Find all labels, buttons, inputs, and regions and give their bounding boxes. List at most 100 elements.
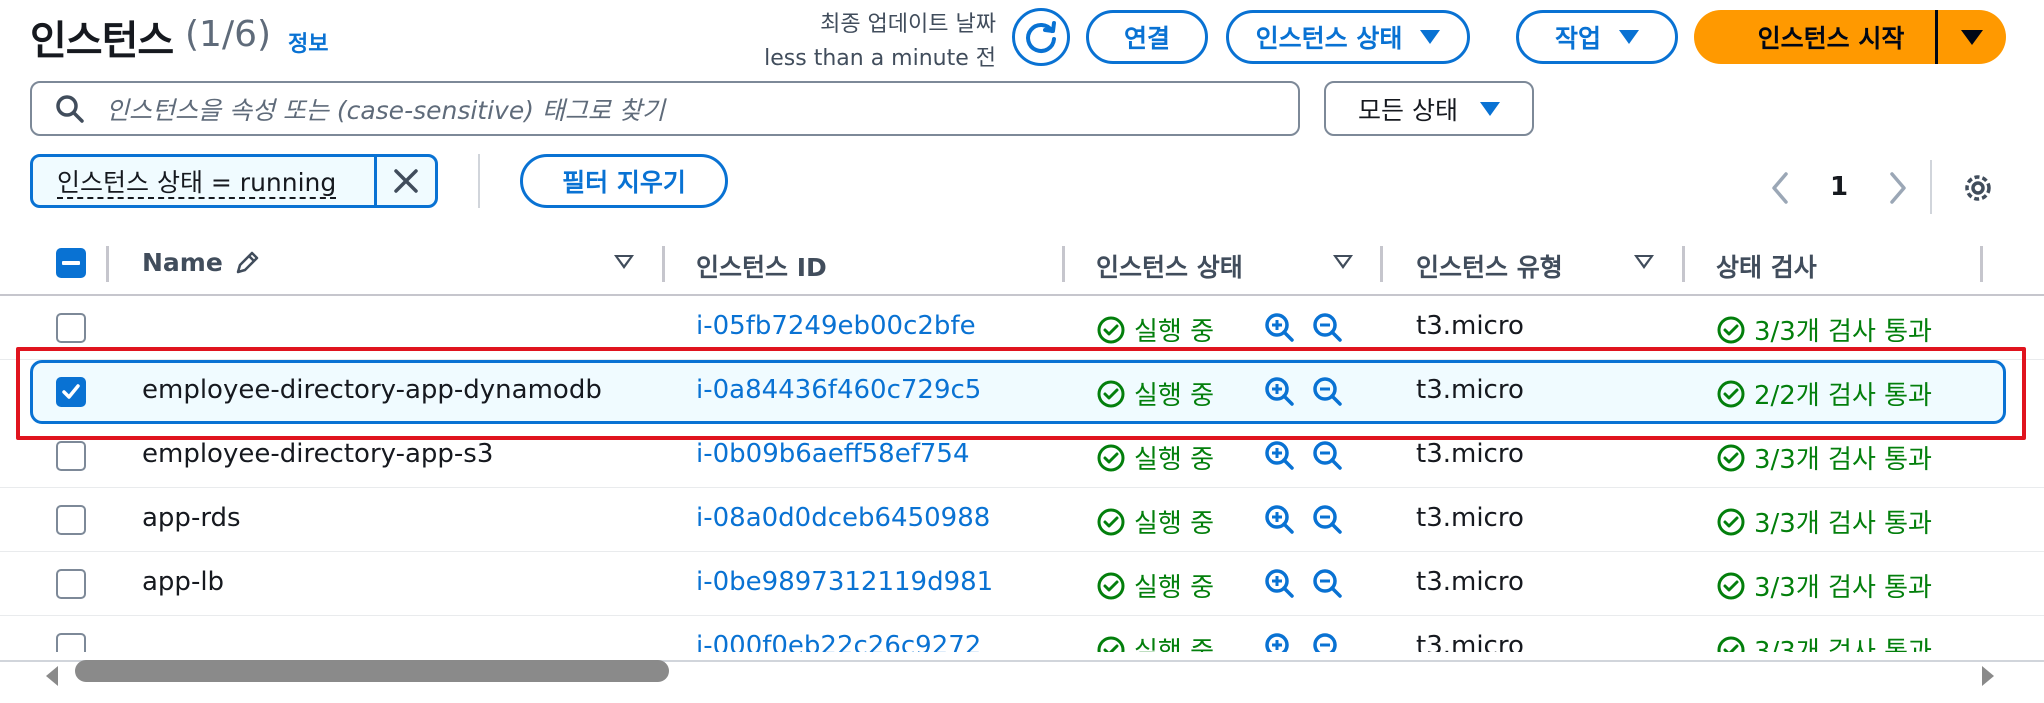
table-header: Name 인스턴스 ID 인스턴스 상태 인스턴스 유형 상태 검사 [0, 228, 2044, 296]
remove-filter-button[interactable] [373, 157, 435, 205]
state-filter-value: 모든 상태 [1358, 95, 1458, 125]
instance-id-link[interactable]: i-0b09b6aeff58ef754 [696, 439, 969, 469]
row-checkbox[interactable] [56, 313, 86, 343]
chevron-left-icon[interactable] [1768, 170, 1792, 206]
table-row[interactable]: app-lb i-0be9897312119d981 실행 중 t3.micro… [0, 552, 2044, 616]
zoom-in-icon[interactable] [1264, 504, 1296, 536]
check-circle-icon [1717, 636, 1745, 652]
column-header-instance-type[interactable]: 인스턴스 유형 [1416, 248, 1563, 284]
zoom-out-icon[interactable] [1312, 312, 1344, 344]
instance-id-link[interactable]: i-05fb7249eb00c2bfe [696, 311, 976, 341]
row-checkbox[interactable] [56, 505, 86, 535]
cell-name: employee-directory-app-dynamodb [142, 375, 602, 405]
row-checkbox[interactable] [56, 569, 86, 599]
sort-icon[interactable] [614, 255, 634, 269]
launch-instance-menu-button[interactable] [1935, 10, 2006, 64]
info-link[interactable]: 정보 [288, 26, 328, 58]
table-row[interactable]: employee-directory-app-s3 i-0b09b6aeff58… [0, 424, 2044, 488]
status-check: 3/3개 검사 통과 [1716, 567, 1932, 604]
scroll-right-arrow-icon[interactable] [1978, 664, 1998, 688]
select-all-checkbox[interactable] [56, 248, 86, 278]
instance-type: t3.micro [1416, 567, 1524, 597]
zoom-out-icon[interactable] [1312, 504, 1344, 536]
cell-name: app-rds [142, 503, 241, 533]
table-row[interactable]: i-000f0eb22c26c9272 실행 중 t3.micro 3/3개 검… [0, 616, 2044, 652]
refresh-button[interactable] [1012, 8, 1070, 66]
row-checkbox[interactable] [56, 441, 86, 471]
column-separator [1062, 246, 1065, 282]
clear-filters-button[interactable]: 필터 지우기 [520, 154, 728, 208]
zoom-out-icon[interactable] [1312, 440, 1344, 472]
zoom-out-icon[interactable] [1312, 376, 1344, 408]
close-icon [394, 169, 418, 193]
check-circle-icon [1717, 380, 1745, 407]
zoom-out-icon[interactable] [1312, 568, 1344, 600]
caret-down-icon [1420, 30, 1441, 44]
sort-icon[interactable] [1333, 255, 1353, 269]
check-circle-icon [1717, 316, 1745, 343]
column-header-name[interactable]: Name [142, 248, 261, 277]
gear-icon[interactable] [1960, 170, 1996, 206]
search-placeholder: 인스턴스을 속성 또는 (case-sensitive) 태그로 찾기 [106, 95, 665, 125]
instance-state: 실행 중 [1096, 567, 1214, 604]
check-circle-icon [1717, 572, 1745, 599]
selection-count: (1/6) [185, 14, 272, 55]
scrollbar-thumb[interactable] [75, 660, 669, 682]
instance-id-link[interactable]: i-0a84436f460c729c5 [696, 375, 981, 405]
row-checkbox[interactable] [56, 633, 86, 652]
actions-label: 작업 [1554, 24, 1601, 53]
column-header-instance-state[interactable]: 인스턴스 상태 [1096, 248, 1243, 284]
table-row[interactable]: i-05fb7249eb00c2bfe 실행 중 t3.micro 3/3개 검… [0, 296, 2044, 360]
page-number[interactable]: 1 [1830, 172, 1848, 202]
check-circle-icon [1097, 444, 1125, 471]
caret-down-icon [1619, 30, 1639, 44]
status-check: 3/3개 검사 통과 [1716, 631, 1932, 652]
state-filter-select[interactable]: 모든 상태 [1324, 81, 1534, 136]
column-separator [106, 246, 109, 282]
column-header-instance-id[interactable]: 인스턴스 ID [696, 248, 827, 284]
search-input[interactable]: 인스턴스을 속성 또는 (case-sensitive) 태그로 찾기 [30, 81, 1300, 136]
sort-icon[interactable] [1634, 255, 1654, 269]
divider [478, 154, 480, 208]
zoom-in-icon[interactable] [1264, 312, 1296, 344]
instance-id-link[interactable]: i-0be9897312119d981 [696, 567, 993, 597]
instance-type: t3.micro [1416, 375, 1524, 405]
zoom-in-icon[interactable] [1264, 376, 1296, 408]
checkmark-icon [62, 384, 80, 399]
check-circle-icon [1097, 572, 1125, 599]
last-updated-label: 최종 업데이트 날짜 [820, 12, 996, 37]
connect-button[interactable]: 연결 [1086, 10, 1208, 64]
caret-down-icon [1961, 29, 1983, 45]
zoom-in-icon[interactable] [1264, 440, 1296, 472]
scroll-left-arrow-icon[interactable] [42, 664, 62, 688]
column-header-status-check[interactable]: 상태 검사 [1716, 248, 1817, 284]
launch-instance-label: 인스턴스 시작 [1757, 24, 1905, 53]
check-circle-icon [1097, 636, 1125, 652]
zoom-out-icon[interactable] [1312, 632, 1344, 652]
table-body: i-05fb7249eb00c2bfe 실행 중 t3.micro 3/3개 검… [0, 296, 2044, 652]
column-separator [1380, 246, 1383, 282]
table-row-selected[interactable]: employee-directory-app-dynamodb i-0a8443… [30, 360, 2006, 424]
instance-type: t3.micro [1416, 631, 1524, 652]
last-updated-value: less than a minute 전 [764, 46, 996, 71]
chevron-right-icon[interactable] [1886, 170, 1910, 206]
instance-state-dropdown[interactable]: 인스턴스 상태 [1226, 10, 1470, 64]
filter-token-label[interactable]: 인스턴스 상태 = running [33, 163, 374, 199]
table-row[interactable]: app-rds i-08a0d0dceb6450988 실행 중 t3.micr… [0, 488, 2044, 552]
launch-instance-button[interactable]: 인스턴스 시작 [1694, 10, 1968, 64]
instance-id-link[interactable]: i-08a0d0dceb6450988 [696, 503, 990, 533]
zoom-in-icon[interactable] [1264, 632, 1296, 652]
check-circle-icon [1097, 316, 1125, 343]
filter-token[interactable]: 인스턴스 상태 = running [30, 154, 438, 208]
column-separator [1980, 246, 1983, 282]
instance-type: t3.micro [1416, 439, 1524, 469]
check-circle-icon [1717, 444, 1745, 471]
status-check: 3/3개 검사 통과 [1716, 439, 1932, 476]
row-checkbox-checked[interactable] [56, 377, 86, 407]
zoom-in-icon[interactable] [1264, 568, 1296, 600]
status-check: 3/3개 검사 통과 [1716, 311, 1932, 348]
status-check: 2/2개 검사 통과 [1716, 375, 1932, 412]
actions-dropdown[interactable]: 작업 [1516, 10, 1678, 64]
instance-state: 실행 중 [1096, 503, 1214, 540]
instance-id-link[interactable]: i-000f0eb22c26c9272 [696, 631, 981, 652]
